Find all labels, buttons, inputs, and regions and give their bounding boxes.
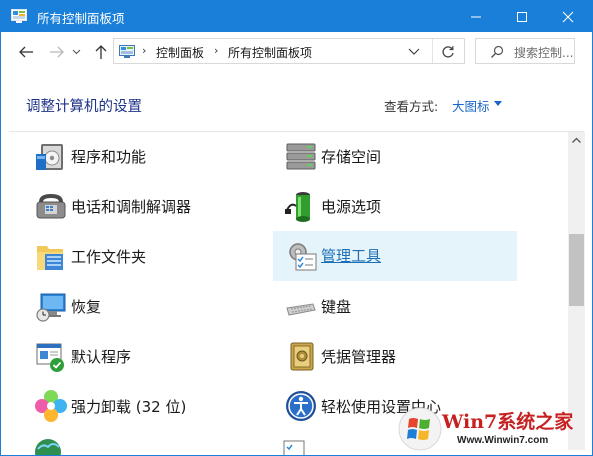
vertical-scrollbar[interactable] xyxy=(568,132,585,450)
recent-locations-icon[interactable] xyxy=(72,49,81,55)
control-panel-item[interactable]: 键盘 xyxy=(273,282,517,330)
uninstaller-icon xyxy=(35,390,67,422)
breadcrumb-control-panel[interactable]: 控制面板 xyxy=(156,44,204,61)
view-by-dropdown[interactable]: 大图标 xyxy=(452,96,490,115)
item-label[interactable]: 凭据管理器 xyxy=(321,346,396,367)
control-panel-icon xyxy=(11,9,27,23)
item-label[interactable]: 程序和功能 xyxy=(71,146,146,167)
power-options-icon xyxy=(285,192,310,222)
keyboard-icon xyxy=(286,303,316,316)
item-label[interactable]: 工作文件夹 xyxy=(71,246,146,267)
ease-of-access-icon xyxy=(286,391,316,421)
control-panel-item[interactable]: 恢复 xyxy=(23,282,268,330)
storage-spaces-icon xyxy=(286,143,316,170)
control-panel-item[interactable]: 凭据管理器 xyxy=(273,332,517,380)
scroll-up-icon[interactable] xyxy=(568,132,585,149)
scrollbar-thumb[interactable] xyxy=(569,234,584,306)
item-label[interactable]: 键盘 xyxy=(321,296,351,317)
control-panel-item[interactable]: 工作文件夹 xyxy=(23,232,268,280)
phone-modem-icon xyxy=(36,194,66,219)
programs-features-icon xyxy=(36,144,63,170)
control-panel-item[interactable]: 强力卸载 (32 位) xyxy=(23,382,268,430)
close-button[interactable] xyxy=(545,1,591,32)
item-label[interactable]: 电话和调制解调器 xyxy=(71,196,191,217)
chevron-down-icon[interactable] xyxy=(408,47,420,57)
control-panel-item[interactable]: 程序和功能 xyxy=(23,132,268,180)
maximize-icon xyxy=(517,12,527,22)
item-label[interactable]: 管理工具 xyxy=(321,245,381,266)
control-panel-item[interactable]: 默认程序 xyxy=(23,332,268,380)
item-label[interactable]: 存储空间 xyxy=(321,146,381,167)
control-panel-item[interactable]: 电话和调制解调器 xyxy=(23,182,268,230)
breadcrumb-separator-icon[interactable]: › xyxy=(214,44,218,57)
checklist-icon[interactable] xyxy=(282,439,308,455)
forward-arrow-icon[interactable] xyxy=(47,42,67,62)
admin-tools-icon xyxy=(289,243,317,271)
minimize-button[interactable] xyxy=(453,1,499,32)
credential-manager-icon xyxy=(290,342,314,371)
item-label[interactable]: 默认程序 xyxy=(71,346,131,367)
recovery-icon xyxy=(36,293,66,322)
page-title: 调整计算机的设置 xyxy=(26,99,142,115)
item-label[interactable]: 强力卸载 (32 位) xyxy=(71,396,186,417)
breadcrumb-separator-icon[interactable]: › xyxy=(142,44,146,57)
default-programs-icon xyxy=(36,343,64,372)
minimize-icon xyxy=(471,16,481,18)
up-arrow-icon[interactable] xyxy=(91,42,111,62)
watermark-url: Www.Winwin7.com xyxy=(457,435,549,446)
title-bar[interactable]: 所有控制面板项 xyxy=(1,1,592,32)
item-label[interactable]: 恢复 xyxy=(71,296,101,317)
control-panel-item[interactable]: 存储空间 xyxy=(273,132,517,180)
search-input[interactable]: 搜索控制... xyxy=(514,44,573,61)
control-panel-window: 所有控制面板项 › 控制面板 › 所有控制面板项 搜索控制... 调整计算机的设… xyxy=(0,0,593,456)
work-folders-icon xyxy=(37,246,63,270)
navigation-bar: › 控制面板 › 所有控制面板项 搜索控制... xyxy=(1,32,592,72)
back-arrow-icon[interactable] xyxy=(17,42,37,62)
windows-logo-icon xyxy=(398,407,442,451)
control-panel-item[interactable]: 电源选项 xyxy=(273,182,517,230)
close-icon xyxy=(562,11,574,23)
caret-down-icon[interactable] xyxy=(494,101,502,106)
address-divider xyxy=(432,39,433,63)
control-panel-icon xyxy=(119,45,135,58)
view-by-label: 查看方式: xyxy=(384,99,439,114)
control-panel-item[interactable]: 管理工具 xyxy=(273,231,517,281)
search-box[interactable]: 搜索控制... xyxy=(475,38,575,64)
maximize-button[interactable] xyxy=(499,1,545,32)
globe-icon[interactable] xyxy=(33,437,63,455)
search-icon xyxy=(491,45,504,58)
refresh-icon[interactable] xyxy=(440,44,456,60)
address-bar[interactable]: › 控制面板 › 所有控制面板项 xyxy=(113,38,465,64)
watermark-title: Win7系统之家 xyxy=(442,411,574,433)
window-title: 所有控制面板项 xyxy=(37,11,125,26)
watermark: Win7系统之家 Www.Winwin7.com xyxy=(397,404,589,454)
breadcrumb-all-items[interactable]: 所有控制面板项 xyxy=(228,44,312,61)
item-label[interactable]: 电源选项 xyxy=(321,196,381,217)
